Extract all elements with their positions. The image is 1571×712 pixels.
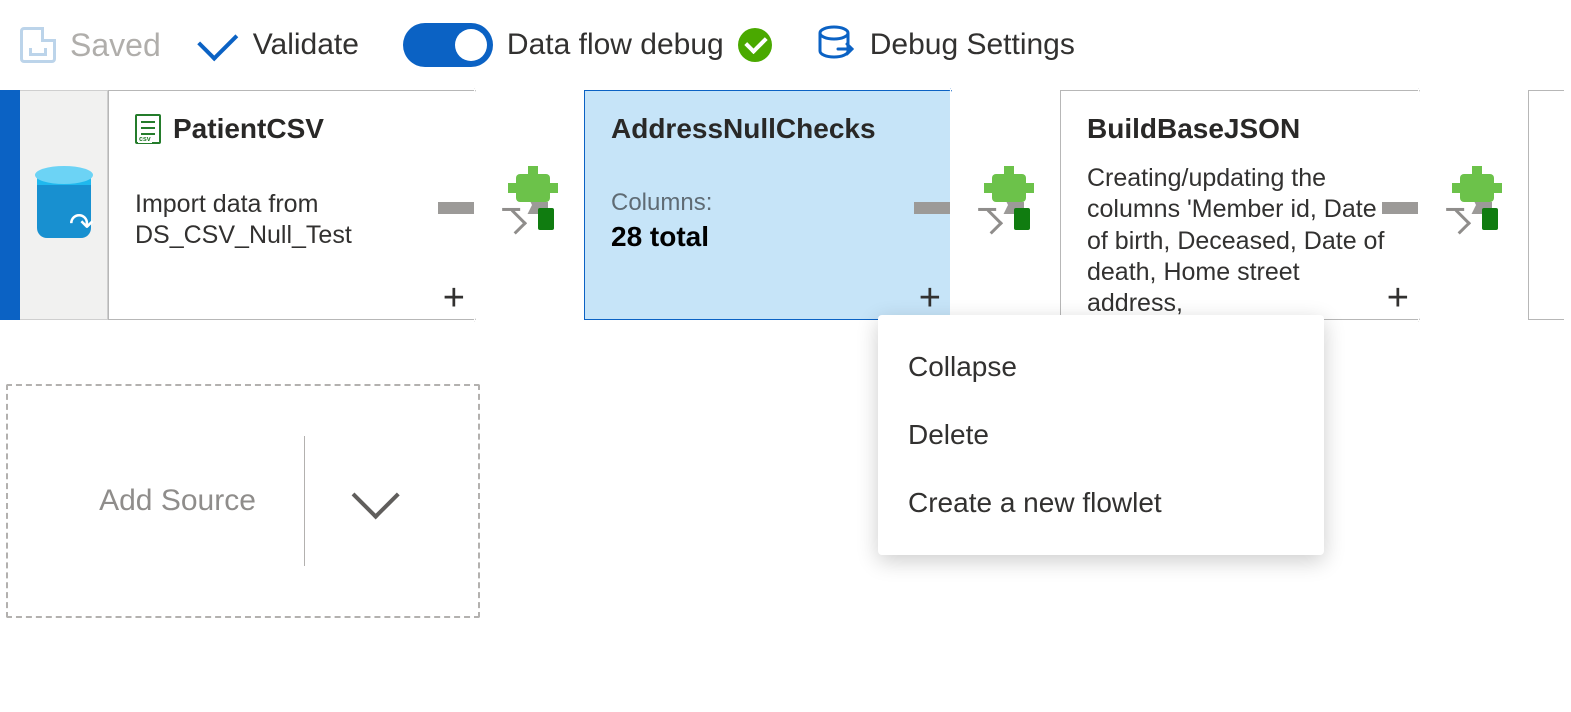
node-title-text: BuildBaseJSON — [1087, 113, 1300, 145]
debug-toggle[interactable] — [403, 23, 493, 67]
node-description: Creating/updating the columns 'Member id… — [1087, 163, 1393, 319]
node-description: Import data from DS_CSV_Null_Test — [135, 189, 449, 252]
validate-label: Validate — [253, 28, 359, 62]
node-title: BuildBaseJSON — [1087, 113, 1393, 145]
debug-toggle-group: Data flow debug — [403, 23, 772, 67]
check-icon — [197, 20, 238, 61]
validate-button[interactable]: Validate — [205, 28, 359, 62]
debug-toggle-label: Data flow debug — [507, 28, 724, 62]
add-step-button[interactable]: + — [1381, 279, 1415, 317]
derived-column-icon — [1454, 174, 1508, 234]
node-title: PatientCSV — [135, 113, 449, 145]
debug-settings-button[interactable]: Debug Settings — [816, 25, 1075, 65]
saved-label: Saved — [70, 27, 161, 64]
node-patientcsv[interactable]: PatientCSV Import data from DS_CSV_Null_… — [108, 90, 476, 320]
divider — [304, 436, 305, 566]
add-source-label: Add Source — [99, 484, 256, 518]
menu-item-new-flowlet[interactable]: Create a new flowlet — [878, 469, 1324, 537]
node-title-text: PatientCSV — [173, 113, 324, 145]
saved-indicator: Saved — [20, 27, 161, 64]
debug-settings-label: Debug Settings — [870, 28, 1075, 62]
connector-1 — [476, 90, 584, 320]
node-buildbasejson[interactable]: BuildBaseJSON Creating/updating the colu… — [1060, 90, 1420, 320]
datasource-icon — [37, 172, 91, 238]
connector-2 — [952, 90, 1060, 320]
derived-column-icon — [986, 174, 1040, 234]
connector-3 — [1420, 90, 1528, 320]
derived-column-icon — [510, 174, 564, 234]
add-source-button[interactable]: Add Source — [6, 384, 480, 618]
menu-item-delete[interactable]: Delete — [878, 401, 1324, 469]
context-menu: Collapse Delete Create a new flowlet — [878, 315, 1324, 555]
columns-label: Columns: — [611, 189, 925, 217]
menu-item-collapse[interactable]: Collapse — [878, 333, 1324, 401]
csv-file-icon — [135, 114, 161, 144]
add-step-button[interactable]: + — [437, 279, 471, 317]
save-icon — [20, 27, 56, 63]
chevron-down-icon — [352, 471, 400, 519]
node-addressnullchecks[interactable]: AddressNullChecks Columns: 28 total + — [584, 90, 952, 320]
flow-row: PatientCSV Import data from DS_CSV_Null_… — [0, 90, 1564, 320]
source-accent-bar — [0, 90, 20, 320]
node-offscreen[interactable] — [1528, 90, 1564, 320]
node-title: AddressNullChecks — [611, 113, 925, 145]
add-step-button[interactable]: + — [913, 279, 947, 317]
status-ok-icon — [738, 28, 772, 62]
columns-count: 28 total — [611, 221, 925, 253]
dataflow-canvas[interactable]: PatientCSV Import data from DS_CSV_Null_… — [0, 90, 1571, 712]
database-arrow-icon — [816, 25, 856, 65]
node-title-text: AddressNullChecks — [611, 113, 876, 145]
source-type-badge — [20, 90, 108, 320]
toolbar: Saved Validate Data flow debug Debug Set… — [0, 0, 1571, 90]
